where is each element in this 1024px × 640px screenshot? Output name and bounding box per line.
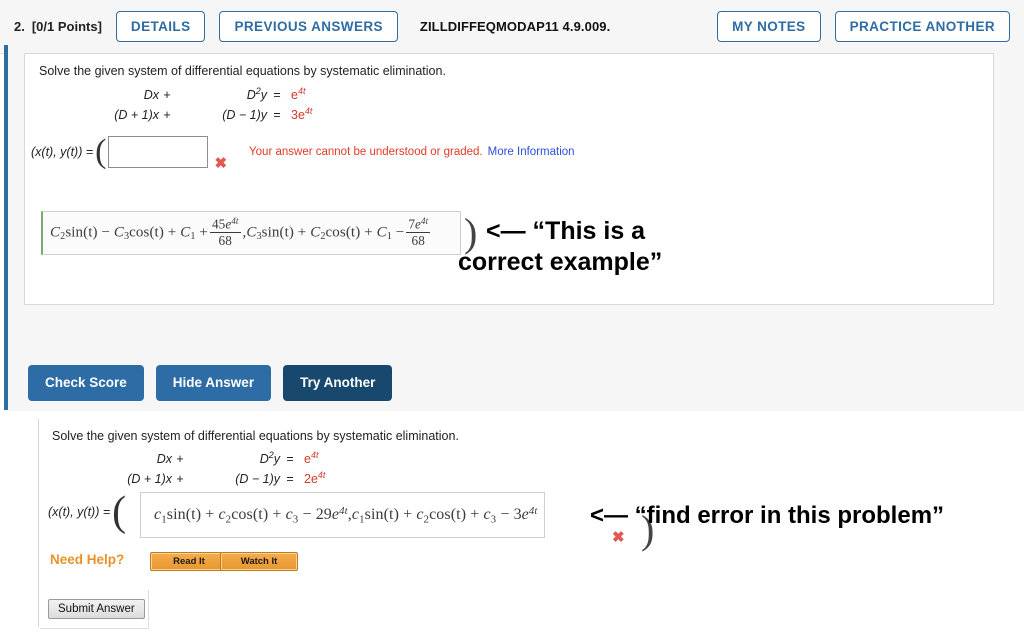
eq1-term-b: D2y <box>246 86 267 103</box>
hide-answer-button[interactable]: Hide Answer <box>155 365 272 401</box>
lower-equation-row-1: Dx + D2y = e4t <box>52 450 325 466</box>
rendered-answer-box: C2sin(t) − C3cos(t) + C1 +45e4t 68 ,C3sin(… <box>41 211 461 255</box>
eq2-term-b: (D − 1)y <box>222 108 267 123</box>
eq1-plus: + <box>163 88 171 103</box>
previous-answers-button[interactable]: PREVIOUS ANSWERS <box>219 10 398 43</box>
lower-answer-row: (x(t), y(t)) = ( <box>48 489 127 535</box>
need-help-label: Need Help? <box>50 552 125 567</box>
eq2-term-a: (D + 1)x <box>114 108 159 123</box>
eq1-rhs: e4t <box>291 86 306 103</box>
eq2-equals: = <box>273 108 281 123</box>
low-eq1-term-b: D2y <box>259 450 280 467</box>
practice-another-button[interactable]: PRACTICE ANOTHER <box>834 10 1010 43</box>
lower-incorrect-mark-icon: ✖ <box>612 529 625 546</box>
lower-rendered-answer-box: c1sin(t) + c2cos(t) + c3 − 29e4t,c1sin(t… <box>140 492 545 538</box>
low-eq2-rhs: 2e4t <box>304 470 326 487</box>
question-code: ZILLDIFFEQMODAP11 4.9.009. <box>419 19 611 34</box>
read-it-button[interactable]: Read It <box>150 552 228 571</box>
lower-problem-prompt: Solve the given system of differential e… <box>52 429 459 443</box>
watch-it-button[interactable]: Watch It <box>220 552 298 571</box>
more-information-link[interactable]: More Information <box>488 146 575 158</box>
equation-row-2: (D + 1)x + (D − 1)y = 3e4t <box>39 106 312 122</box>
eq2-rhs: 3e4t <box>291 106 313 123</box>
lower-answer-label: (x(t), y(t)) = <box>48 505 111 519</box>
try-another-button[interactable]: Try Another <box>283 365 393 401</box>
answer-label: (x(t), y(t)) = <box>31 145 94 159</box>
rendered-answer-expression: C2sin(t) − C3cos(t) + C1 +45e4t 68 ,C3sin(… <box>50 216 431 248</box>
lower-equation-row-2: (D + 1)x + (D − 1)y = 2e4t <box>52 470 325 486</box>
answer-input-row: (x(t), y(t)) = ( ✖ Your answer cannot be… <box>31 133 575 173</box>
eq1-term-a: Dx <box>143 88 159 103</box>
low-eq2-plus: + <box>176 472 184 487</box>
low-eq2-term-b: (D − 1)y <box>235 472 280 487</box>
fraction-45e4t-over-68: 45e4t 68 <box>209 216 241 248</box>
low-eq2-term-a: (D + 1)x <box>127 472 172 487</box>
problem-prompt: Solve the given system of differential e… <box>39 64 446 78</box>
error-message: Your answer cannot be understood or grad… <box>249 146 483 158</box>
submit-answer-button[interactable]: Submit Answer <box>48 599 145 619</box>
annotation-correct-example: <— “This is a correct example” <box>458 216 662 279</box>
equation-system: Dx + D2y = e4t (D + 1)x + (D − 1)y = 3e4… <box>39 86 312 122</box>
answer-input[interactable] <box>108 136 209 168</box>
low-eq1-equals: = <box>286 452 294 467</box>
annotation-line-1: <— “This is a <box>486 217 646 245</box>
check-score-button[interactable]: Check Score <box>28 365 144 401</box>
low-eq1-rhs: e4t <box>304 450 319 467</box>
eq2-plus: + <box>163 108 171 123</box>
fraction-7e4t-over-68: 7e4t 68 <box>406 216 431 248</box>
lower-equation-system: Dx + D2y = e4t (D + 1)x + (D − 1)y = 2e4… <box>52 450 325 486</box>
my-notes-button[interactable]: MY NOTES <box>717 10 821 43</box>
lower-rendered-answer-expression: c1sin(t) + c2cos(t) + c3 − 29e4t,c1sin(t… <box>154 504 538 526</box>
question-header-bar: 2. [0/1 Points] DETAILS PREVIOUS ANSWERS… <box>0 0 1024 54</box>
low-eq1-plus: + <box>176 452 184 467</box>
action-button-row: Check Score Hide Answer Try Another <box>28 365 404 401</box>
low-eq1-term-a: Dx <box>156 452 172 467</box>
question-number: 2. <box>14 19 25 34</box>
details-button[interactable]: DETAILS <box>115 10 206 43</box>
low-eq2-equals: = <box>286 472 294 487</box>
annotation-line-2: correct example” <box>458 248 663 277</box>
eq1-equals: = <box>273 88 281 103</box>
incorrect-mark-icon: ✖ <box>214 155 228 172</box>
points-label: [0/1 Points] <box>31 19 102 34</box>
annotation-find-error: <— “find error in this problem” <box>590 502 945 529</box>
equation-row-1: Dx + D2y = e4t <box>39 86 312 102</box>
